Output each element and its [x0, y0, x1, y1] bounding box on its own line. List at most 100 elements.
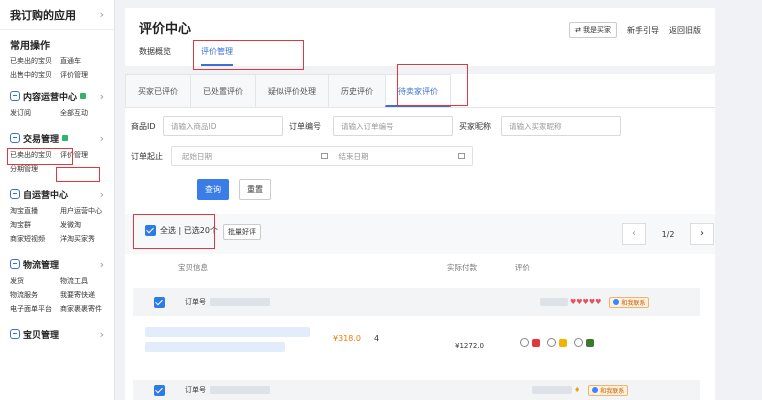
- buyer-name-redacted: [532, 386, 572, 394]
- guide-link[interactable]: 新手引导: [627, 25, 659, 36]
- sidebar-link[interactable]: 淘宝群: [10, 220, 60, 230]
- sidebar-link-review-manage[interactable]: 评价管理: [60, 150, 110, 160]
- sidebar-link[interactable]: 物流工具: [60, 276, 110, 286]
- col-item-info: 宝贝信息: [178, 263, 208, 272]
- content-icon: [10, 91, 20, 101]
- subtab-handled[interactable]: 已处置评价: [190, 74, 256, 107]
- items-icon: [10, 329, 20, 339]
- select-all[interactable]: 全选 | 已选20个: [145, 225, 218, 236]
- sidebar-section-common: 常用操作 已卖出的宝贝 直通车 出售中的宝贝 评价管理: [0, 30, 114, 84]
- pagination: ‹ 1/2 ›: [622, 223, 714, 245]
- buyer-level-icon: ♥♥♥♥♥: [570, 298, 602, 306]
- item-id-input[interactable]: 请输入商品ID: [163, 116, 283, 136]
- subtab-buyer-reviewed[interactable]: 买家已评价: [125, 74, 191, 107]
- neutral-review-icon: [559, 338, 567, 347]
- chat-icon: [592, 387, 599, 393]
- sidebar-section-title: 内容运营中心: [23, 92, 78, 103]
- tab-review-manage[interactable]: 评价管理: [201, 46, 233, 66]
- order-checkbox[interactable]: [154, 296, 165, 308]
- sidebar-section-content: 内容运营中心 › 发订阅 全部互动: [0, 84, 114, 122]
- review-bad-radio[interactable]: [574, 338, 583, 347]
- contact-buyer-button[interactable]: 和我联系: [609, 296, 650, 308]
- sidebar: 我订购的应用 › 常用操作 已卖出的宝贝 直通车 出售中的宝贝 评价管理 内容运…: [0, 0, 115, 400]
- filter-buyer: 买家昵称 请输入买家昵称: [459, 116, 621, 136]
- chevron-right-icon[interactable]: ›: [100, 188, 104, 201]
- sidebar-link[interactable]: 物流服务: [10, 290, 60, 300]
- contact-buyer-button[interactable]: 和我联系: [588, 384, 629, 396]
- date-range-input[interactable]: 起始日期 结束日期: [171, 146, 473, 166]
- chevron-right-icon[interactable]: ›: [100, 132, 104, 145]
- chevron-right-icon[interactable]: ›: [100, 8, 104, 21]
- chevron-right-icon[interactable]: ›: [100, 90, 104, 103]
- tab-data-overview[interactable]: 数据概览: [139, 46, 171, 66]
- sidebar-apps[interactable]: 我订购的应用 ›: [0, 0, 114, 30]
- sidebar-section-title: 自运营中心: [23, 190, 69, 201]
- sidebar-link[interactable]: 已卖出的宝贝: [10, 150, 60, 160]
- old-version-link[interactable]: 返回旧版: [669, 25, 701, 36]
- sidebar-link[interactable]: 发订阅: [10, 108, 60, 118]
- sidebar-link[interactable]: 直通车: [60, 56, 110, 66]
- sidebar-link[interactable]: 我要寄快递: [60, 290, 110, 300]
- sidebar-link[interactable]: 洋淘买家秀: [60, 234, 110, 244]
- item-paid: ¥1272.0: [455, 342, 484, 350]
- chevron-right-icon[interactable]: ›: [100, 258, 104, 271]
- sidebar-link[interactable]: 商家短视频: [10, 234, 60, 244]
- order-input[interactable]: 请输入订单编号: [333, 116, 453, 136]
- contact-label: 和我联系: [621, 299, 646, 307]
- good-review-icon: [532, 338, 540, 347]
- chevron-right-icon[interactable]: ›: [100, 328, 104, 341]
- page-header: 评价中心 数据概览 评价管理 ⇄ 我是买家 新手引导 返回旧版: [125, 8, 715, 66]
- order-label: 订单编号: [289, 121, 321, 131]
- order-number-redacted: [210, 298, 270, 306]
- sidebar-section-trade: 交易管理 › 已卖出的宝贝 评价管理 分期管理: [0, 122, 114, 178]
- buyer-name-redacted: [540, 298, 568, 306]
- prev-page-button[interactable]: ‹: [622, 223, 646, 245]
- buyer-switch-button[interactable]: ⇄ 我是买家: [569, 22, 617, 38]
- sidebar-link[interactable]: 评价管理: [60, 70, 110, 80]
- sidebar-link[interactable]: 分期管理: [10, 164, 60, 174]
- calendar-icon: [458, 153, 466, 159]
- review-options: [520, 338, 594, 347]
- sidebar-section-title: 交易管理: [23, 134, 60, 145]
- item-title-line: [145, 327, 310, 337]
- order-checkbox[interactable]: [154, 384, 165, 396]
- select-all-label: 全选 | 已选20个: [160, 226, 218, 235]
- order-label: 订单号: [185, 298, 206, 306]
- end-date-placeholder: 结束日期: [338, 151, 369, 161]
- buyer-switch-label: 我是买家: [583, 26, 611, 34]
- item-price: ¥318.0: [333, 334, 361, 343]
- sidebar-section-title: 宝贝管理: [23, 330, 60, 341]
- sidebar-section-items: 宝贝管理 ›: [0, 318, 114, 346]
- filter-date: 订单起止 起始日期 结束日期: [131, 146, 473, 166]
- sidebar-link[interactable]: 用户运营中心: [60, 206, 110, 216]
- subtab-suspect[interactable]: 疑似评价处理: [255, 74, 329, 107]
- page-indicator: 1/2: [661, 229, 675, 239]
- page-title: 评价中心: [139, 22, 192, 37]
- col-review: 评价: [515, 263, 530, 272]
- buyer-placeholder: 请输入买家昵称: [509, 121, 562, 131]
- sidebar-section-title: 物流管理: [23, 260, 60, 271]
- order-header: 订单号 ♥♥♥♥♥ 和我联系: [133, 288, 700, 316]
- sidebar-link[interactable]: 发微淘: [60, 220, 110, 230]
- batch-good-review-button[interactable]: 批量好评: [223, 224, 261, 240]
- buyer-label: 买家昵称: [459, 121, 491, 131]
- select-all-checkbox[interactable]: [145, 225, 156, 236]
- subtab-history[interactable]: 历史评价: [328, 74, 386, 107]
- sidebar-link[interactable]: 发货: [10, 276, 60, 286]
- sidebar-link[interactable]: 已卖出的宝贝: [10, 56, 60, 66]
- sidebar-link[interactable]: 出售中的宝贝: [10, 70, 60, 80]
- review-neutral-radio[interactable]: [547, 338, 556, 347]
- new-badge-icon: [62, 135, 69, 141]
- sidebar-link[interactable]: 商家裹裹寄件: [60, 304, 110, 314]
- sidebar-link[interactable]: 全部互动: [60, 108, 110, 118]
- reset-button[interactable]: 重置: [239, 179, 271, 200]
- subtab-pending-seller[interactable]: 待卖家评价: [385, 74, 451, 107]
- next-page-button[interactable]: ›: [690, 223, 714, 245]
- sidebar-link[interactable]: 电子面单平台: [10, 304, 60, 314]
- review-good-radio[interactable]: [520, 338, 529, 347]
- sidebar-link[interactable]: 淘宝直播: [10, 206, 60, 216]
- buyer-input[interactable]: 请输入买家昵称: [501, 116, 621, 136]
- self-ops-icon: [10, 189, 20, 199]
- order-number-redacted: [210, 386, 270, 394]
- query-button[interactable]: 查询: [197, 179, 229, 200]
